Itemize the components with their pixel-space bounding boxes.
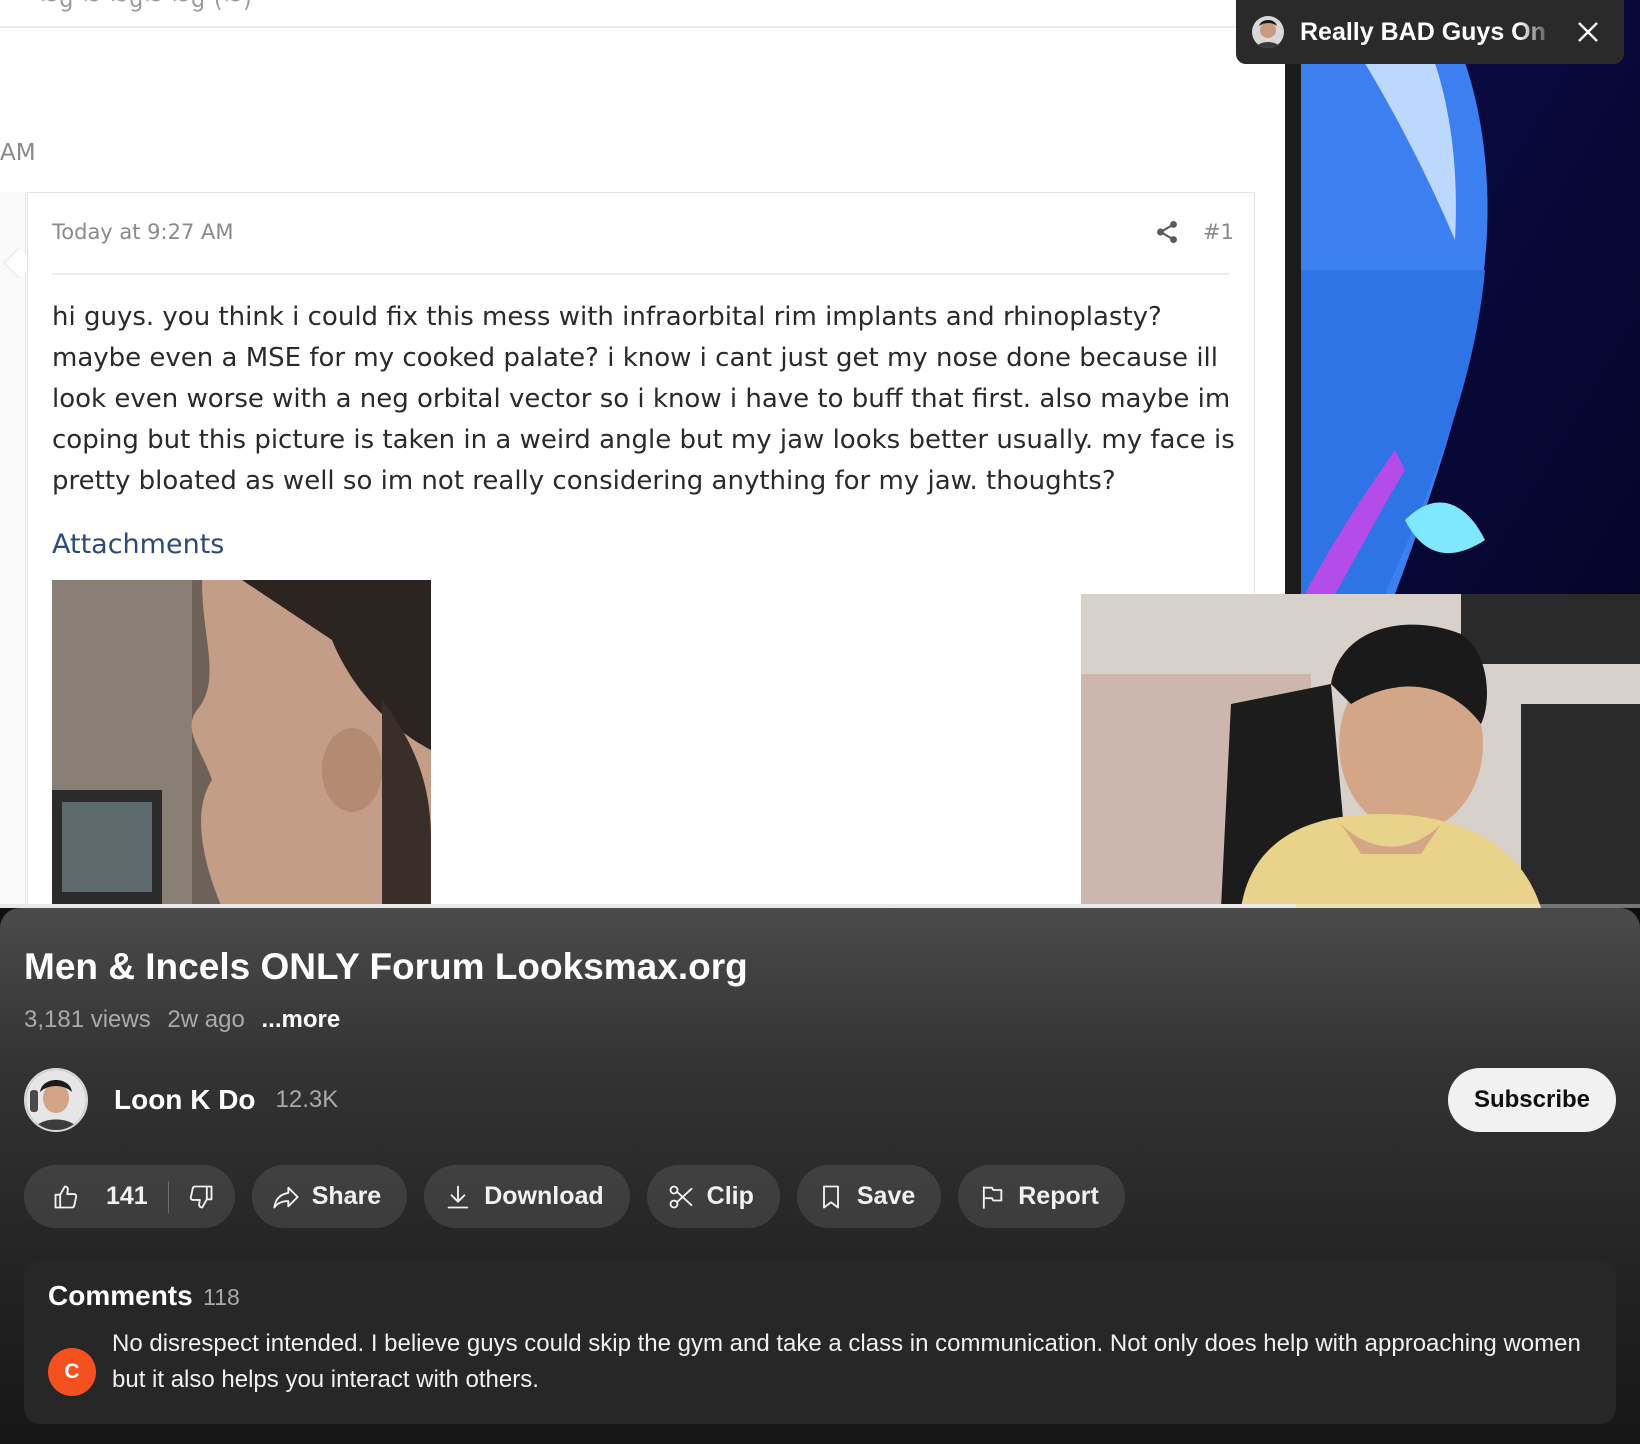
comments-label: Comments (48, 1280, 193, 1311)
comments-header: Comments 118 (48, 1280, 240, 1312)
channel-avatar[interactable] (24, 1068, 88, 1132)
scissors-icon (669, 1185, 693, 1208)
download-button[interactable]: Download (424, 1165, 630, 1228)
forum-top-divider (0, 26, 1285, 28)
miniplayer-header[interactable]: Really BAD Guys On r/ (1236, 0, 1624, 64)
video-meta[interactable]: 3,181 views 2w ago ...more (24, 1006, 350, 1034)
view-count: 3,181 views (24, 1006, 151, 1033)
comments-count: 118 (203, 1284, 240, 1310)
clip-button[interactable]: Clip (646, 1165, 780, 1228)
video-info-panel: Men & Incels ONLY Forum Looksmax.org 3,1… (0, 908, 1640, 1444)
clip-label: Clip (706, 1182, 754, 1210)
comments-teaser[interactable]: Comments 118 C No disrespect intended. I… (24, 1260, 1616, 1424)
post-number: #1 (1203, 220, 1234, 244)
download-icon (447, 1185, 469, 1208)
download-label: Download (484, 1182, 604, 1210)
commenter-avatar: C (48, 1348, 96, 1396)
forum-left-gutter (0, 192, 26, 908)
video-player[interactable]: ~g ~ ~g~ ~g (~) AM Today at 9:27 AM #1 h… (0, 0, 1640, 908)
attachments-heading: Attachments (52, 529, 225, 560)
action-bar: 141 Share Download Clip Save Report (24, 1165, 1142, 1228)
thumbs-down-icon[interactable] (187, 1183, 215, 1211)
bookmark-icon (822, 1185, 839, 1208)
like-count[interactable]: 141 (106, 1182, 148, 1211)
miniplayer-avatar (1252, 16, 1284, 48)
upload-age: 2w ago (167, 1006, 245, 1033)
share-arrow-icon (273, 1186, 299, 1208)
save-button[interactable]: Save (796, 1165, 942, 1228)
flag-icon (983, 1186, 1003, 1209)
forum-cutoff-text: ~g ~ ~g~ ~g (~) (40, 0, 253, 13)
like-separator (167, 1180, 169, 1213)
report-button[interactable]: Report (958, 1165, 1125, 1228)
thumbs-up-icon[interactable] (52, 1183, 80, 1211)
anime-clip (1285, 0, 1640, 594)
share-label: Share (311, 1182, 382, 1210)
channel-row[interactable]: Loon K Do 12.3K (24, 1068, 338, 1132)
attachment-image (52, 580, 431, 908)
subscriber-count: 12.3K (275, 1086, 339, 1113)
report-label: Report (1018, 1182, 1099, 1210)
like-dislike-group: 141 (24, 1165, 235, 1228)
share-icon (1157, 220, 1177, 244)
video-title: Men & Incels ONLY Forum Looksmax.org (24, 946, 748, 987)
post-divider (52, 273, 1230, 275)
subscribe-button[interactable]: Subscribe (1448, 1068, 1616, 1132)
webcam-overlay (1081, 594, 1640, 908)
close-icon[interactable] (1572, 16, 1604, 48)
forum-time-fragment: AM (0, 140, 36, 166)
channel-name[interactable]: Loon K Do (114, 1084, 256, 1116)
save-label: Save (856, 1182, 916, 1210)
miniplayer-title: Really BAD Guys On r/ (1300, 17, 1556, 46)
share-button[interactable]: Share (251, 1165, 408, 1228)
anime-divider (1285, 0, 1301, 594)
post-date: Today at 9:27 AM (52, 220, 234, 244)
more-link[interactable]: ...more (261, 1006, 340, 1033)
post-body: hi guys. you think i could fix this mess… (52, 302, 1235, 496)
comment-text: No disrespect intended. I believe guys c… (112, 1330, 1581, 1393)
